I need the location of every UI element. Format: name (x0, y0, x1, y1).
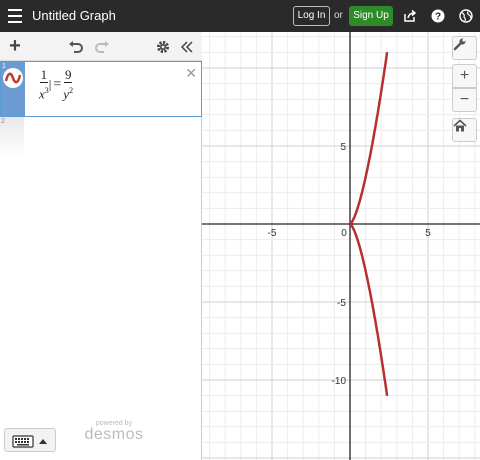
undo-icon[interactable] (66, 32, 86, 61)
x-tick-label: -5 (268, 228, 277, 239)
home-button[interactable] (452, 118, 477, 142)
y-tick-label: 5 (340, 142, 346, 153)
hamburger-menu-icon[interactable] (4, 0, 26, 32)
curve-color-icon[interactable] (3, 68, 23, 88)
minus-icon: − (459, 91, 470, 108)
top-bar: Untitled Graph Log In or Sign Up ? (0, 0, 480, 32)
rhs-numerator: 9 (63, 67, 73, 83)
redo-icon[interactable] (92, 32, 112, 61)
rhs-denominator-exponent: 2 (69, 86, 74, 95)
y-tick-label: -10 (332, 376, 347, 387)
expression-row-empty[interactable]: 2 (0, 117, 202, 157)
equals-sign: = (53, 76, 62, 92)
zoom-out-button[interactable]: − (452, 88, 477, 112)
graph-paper[interactable]: -5 0 5 5 -5 -10 + − (202, 32, 480, 460)
signup-button[interactable]: Sign Up (349, 6, 393, 26)
expression-gutter[interactable]: 1 (1, 62, 25, 116)
expression-gutter: 2 (0, 117, 24, 157)
expression-index: 2 (1, 118, 5, 125)
gear-icon[interactable] (154, 32, 172, 61)
graph-canvas[interactable]: -5 0 5 5 -5 -10 (202, 32, 480, 460)
powered-by-desmos-logo[interactable]: powered by desmos (84, 420, 144, 443)
wrench-icon[interactable] (452, 36, 477, 60)
zoom-in-button[interactable]: + (452, 64, 477, 88)
lhs-numerator: 1 (39, 67, 49, 83)
expression-input[interactable]: 1 x3 | = 9 y2 (39, 68, 73, 112)
close-icon[interactable]: ✕ (185, 65, 197, 82)
help-icon[interactable]: ? (429, 0, 447, 32)
globe-icon[interactable] (457, 0, 475, 32)
expression-panel: + 1 1 x3 | = 9 y2 ✕ 2 powered by desmos (0, 32, 202, 460)
y-tick-label: -5 (337, 298, 346, 309)
plus-icon: + (459, 67, 470, 84)
x-tick-label: 0 (341, 228, 347, 239)
svg-text:?: ? (435, 12, 441, 23)
x-tick-label: 5 (425, 228, 431, 239)
or-label: or (334, 10, 343, 21)
login-button[interactable]: Log In (293, 6, 330, 26)
lhs-fraction: 1 x3 (39, 67, 49, 102)
desmos-app: Untitled Graph Log In or Sign Up ? + 1 1… (0, 0, 480, 460)
rhs-fraction: 9 y2 (63, 67, 74, 102)
expression-toolbar: + (0, 32, 202, 61)
home-icon (453, 119, 467, 132)
expression-row[interactable]: 1 1 x3 | = 9 y2 ✕ (0, 61, 202, 117)
graph-title[interactable]: Untitled Graph (32, 0, 116, 32)
keyboard-toggle-button[interactable] (4, 428, 56, 452)
cursor-bar: | (48, 76, 52, 92)
desmos-wordmark: desmos (84, 426, 144, 443)
plus-icon[interactable]: + (4, 32, 26, 61)
double-chevron-left-icon[interactable] (178, 32, 196, 61)
share-icon[interactable] (401, 0, 419, 32)
keyboard-icon (12, 435, 47, 448)
